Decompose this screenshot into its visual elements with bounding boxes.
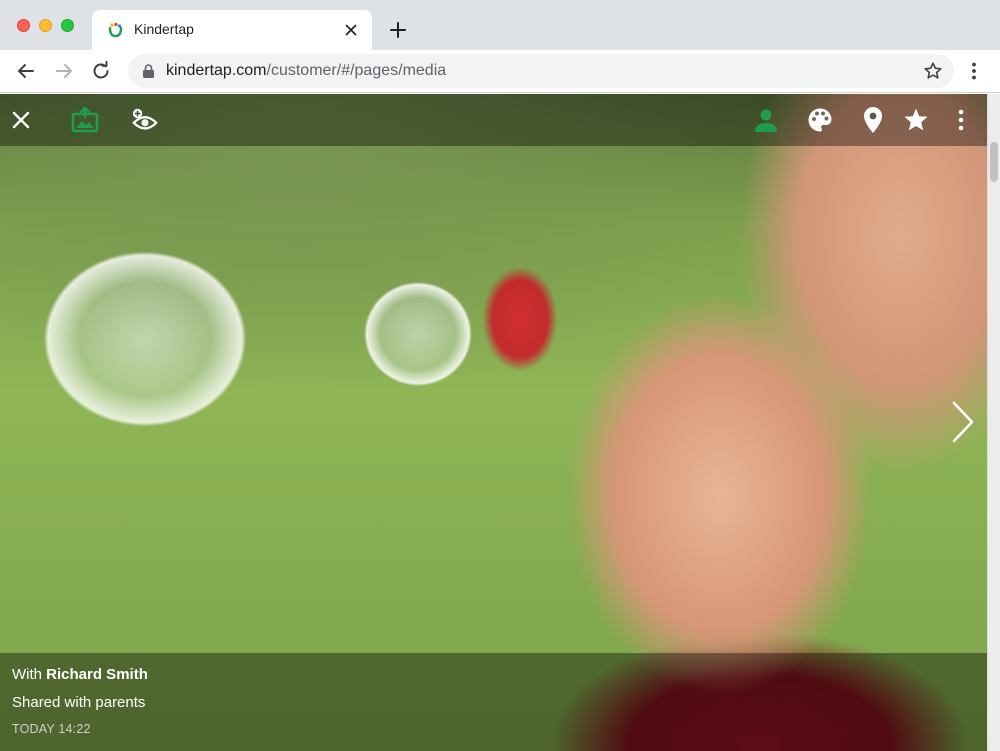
window-close-button[interactable]: [17, 19, 30, 32]
close-icon[interactable]: [7, 106, 35, 134]
url-path: /customer/#/pages/media: [266, 62, 447, 79]
forward-arrow-icon[interactable]: [52, 59, 76, 83]
url-host: kindertap.com: [166, 62, 267, 79]
scrollbar-thumb[interactable]: [990, 142, 998, 182]
browser-toolbar: kindertap.com/customer/#/pages/media: [0, 50, 1000, 93]
viewer-top-bar: [0, 94, 987, 146]
reload-icon[interactable]: [89, 59, 113, 83]
timestamp: TODAY 14:22: [12, 722, 91, 736]
lock-icon: [143, 64, 154, 78]
next-arrow-icon[interactable]: [946, 397, 980, 447]
scrollbar[interactable]: [987, 94, 1000, 751]
caption-bar: With Richard Smith Shared with parents T…: [0, 653, 987, 751]
window-minimize-button[interactable]: [39, 19, 52, 32]
kindertap-favicon-icon: [108, 22, 123, 38]
bookmark-star-icon[interactable]: [922, 60, 944, 82]
palette-icon[interactable]: [806, 106, 834, 134]
back-arrow-icon[interactable]: [14, 59, 38, 83]
browser-tab[interactable]: Kindertap: [92, 10, 372, 50]
new-tab-icon[interactable]: [386, 18, 410, 42]
tagged-with-line: With Richard Smith: [12, 666, 148, 683]
media-viewer: With Richard Smith Shared with parents T…: [0, 94, 1000, 751]
tagged-with-prefix: With: [12, 666, 42, 683]
window-maximize-button[interactable]: [61, 19, 74, 32]
person-icon[interactable]: [752, 106, 780, 134]
sharing-status: Shared with parents: [12, 694, 146, 711]
more-vert-icon[interactable]: [947, 106, 975, 134]
photo-upload-icon[interactable]: [71, 106, 99, 134]
url-text: kindertap.com/customer/#/pages/media: [166, 62, 446, 80]
address-bar[interactable]: kindertap.com/customer/#/pages/media: [128, 54, 954, 88]
tab-close-icon[interactable]: [340, 19, 362, 41]
browser-menu-icon[interactable]: [963, 60, 985, 82]
visibility-add-icon[interactable]: [131, 106, 159, 134]
tab-title: Kindertap: [134, 21, 194, 37]
tagged-person-name: Richard Smith: [46, 666, 148, 683]
tab-strip: Kindertap: [0, 0, 1000, 50]
star-icon[interactable]: [902, 106, 930, 134]
location-pin-icon[interactable]: [859, 106, 887, 134]
browser-window: Kindertap kindertap.com/customer/#/pages…: [0, 0, 1000, 751]
